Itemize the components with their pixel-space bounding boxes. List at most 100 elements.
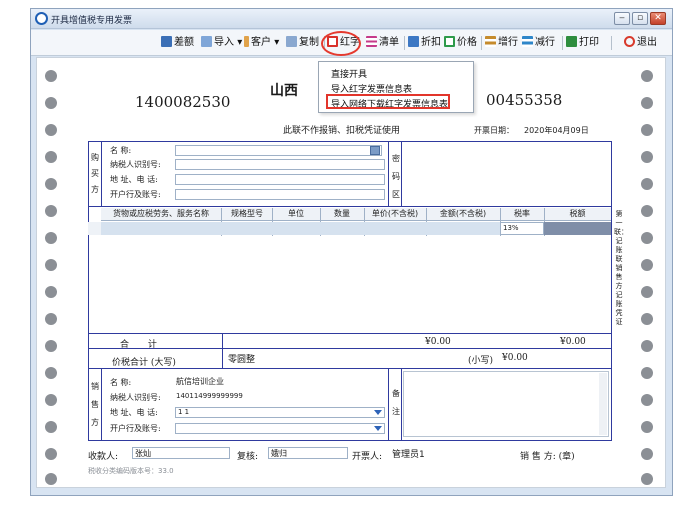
date-value: 2020年04月09日 (524, 126, 589, 135)
hongzi-dropdown-menu: 直接开具 导入红字发票信息表 导入网络下载红字发票信息表 (318, 61, 474, 113)
invoice-number: 00455358 (486, 91, 563, 109)
invoice-code: 1400082530 (135, 93, 231, 111)
invoice-title: 山西 (270, 83, 298, 99)
tax-rate-value: 13% (503, 224, 519, 232)
minimize-button[interactable]: ‒ (614, 12, 630, 25)
totals-tax: ¥0.00 (560, 337, 586, 347)
menu-item-direct-issue[interactable]: 直接开具 (331, 67, 367, 80)
import-button[interactable]: 导入 ▾ (201, 35, 242, 51)
punch-hole (641, 394, 653, 406)
punch-hole (45, 70, 57, 82)
close-button[interactable]: ✕ (650, 12, 666, 25)
issuer-value: 管理员1 (392, 450, 425, 460)
totals-bottom-line (88, 348, 612, 349)
buyer-address-label: 地 址、电 话: (110, 175, 158, 184)
punch-hole (45, 178, 57, 190)
buyer-address-input[interactable] (175, 174, 385, 185)
jiage-button[interactable]: 价格 (444, 35, 477, 51)
power-icon (624, 36, 635, 47)
chevron-down-icon: ▾ (237, 37, 243, 48)
remove-row-button[interactable]: 减行 (522, 35, 555, 51)
tax-rate-cell[interactable]: 13% (500, 222, 544, 235)
reviewer-input[interactable]: 娥归 (268, 447, 348, 459)
item-row-1[interactable] (101, 222, 500, 235)
seller-tax-id-label: 纳税人识别号: (110, 393, 161, 402)
box-top (88, 141, 612, 142)
seller-stamp-label: 销 售 方: (章) (520, 452, 575, 462)
qingdan-button[interactable]: 清单 (366, 35, 399, 51)
list-icon (366, 36, 377, 47)
punch-hole (45, 205, 57, 217)
punch-hole (641, 124, 653, 136)
reviewer-label: 复核: (237, 452, 259, 462)
add-row-button[interactable]: 增行 (485, 35, 518, 51)
buyer-label-divider (101, 141, 102, 206)
password-divider-right (401, 141, 402, 206)
punch-hole (45, 259, 57, 271)
punch-hole (45, 421, 57, 433)
remarks-divider-right (401, 368, 402, 440)
buyer-bank-input[interactable] (175, 189, 385, 200)
import-icon (201, 36, 212, 47)
punch-hole (641, 286, 653, 298)
seller-address-label: 地 址、电 话: (110, 408, 158, 417)
buyer-name-input[interactable] (175, 145, 382, 156)
toolbar: 差额 导入 ▾ 客户 ▾ 复制 红字 清单 折扣 价格 增行 减行 打印 退出 (31, 30, 672, 56)
seller-bank-label: 开户行及账号: (110, 424, 161, 433)
toolbar-separator (404, 36, 405, 50)
box-bottom (88, 440, 612, 441)
tax-amount-cell[interactable] (544, 222, 611, 235)
seller-name-label: 名 称: (110, 378, 132, 387)
punch-hole (641, 448, 653, 460)
print-button[interactable]: 打印 (566, 35, 599, 51)
col-unit-price: 单价(不含税) (371, 209, 419, 218)
printer-icon (566, 36, 577, 47)
seller-bank-select[interactable] (175, 423, 385, 434)
total-lower-label: (小写) (468, 356, 494, 366)
cha-e-button[interactable]: 差额 (161, 35, 194, 51)
copy-side-label: 第一联：记账联 销售方记账凭证 (614, 210, 628, 326)
punch-hole (641, 151, 653, 163)
red-highlight-circle (321, 31, 361, 56)
punch-hole (641, 178, 653, 190)
remarks-scrollbar[interactable] (599, 373, 607, 435)
punch-hole (641, 367, 653, 379)
customer-button[interactable]: 客户 ▾ (244, 35, 279, 51)
punch-hole (45, 286, 57, 298)
seller-address-select[interactable]: 1 1 (175, 407, 385, 418)
chevron-down-icon: ▾ (274, 37, 280, 48)
remarks-textarea[interactable] (403, 371, 609, 437)
zhekou-button[interactable]: 折扣 (408, 35, 441, 51)
total-with-tax-bottom-line (88, 368, 612, 369)
punch-hole (45, 394, 57, 406)
punch-hole (641, 259, 653, 271)
row-selector[interactable] (88, 222, 101, 235)
copy-button[interactable]: 复制 (286, 35, 319, 51)
punch-hole (641, 232, 653, 244)
payee-input[interactable]: 张灿 (132, 447, 230, 459)
customer-icon (244, 36, 249, 47)
punch-hole (45, 313, 57, 325)
chevron-down-icon[interactable] (374, 410, 382, 415)
col-tax-amount: 税额 (569, 209, 586, 218)
chevron-down-icon[interactable] (374, 426, 382, 431)
punch-hole (641, 340, 653, 352)
totals-amount: ¥0.00 (425, 337, 451, 347)
issuer-label: 开票人: (352, 452, 383, 462)
seller-tax-id-value: 140114999999999 (176, 392, 243, 400)
totals-label: 合 计 (120, 340, 165, 350)
exit-button[interactable]: 退出 (624, 35, 657, 51)
select-buyer-icon[interactable] (370, 146, 380, 155)
buyer-tax-id-input[interactable] (175, 159, 385, 170)
punch-hole (641, 70, 653, 82)
col-goods-name: 货物或应税劳务、服务名称 (113, 209, 209, 218)
punch-hole (641, 97, 653, 109)
app-icon (35, 12, 48, 25)
maximize-button[interactable]: ▫ (632, 12, 648, 25)
punch-hole (45, 124, 57, 136)
seller-label-divider (101, 368, 102, 440)
punch-hole (641, 205, 653, 217)
punch-hole (45, 473, 57, 485)
invoice-notice: 此联不作报销、扣税凭证使用 (283, 126, 401, 136)
password-area-label: 密码区 (392, 154, 400, 199)
